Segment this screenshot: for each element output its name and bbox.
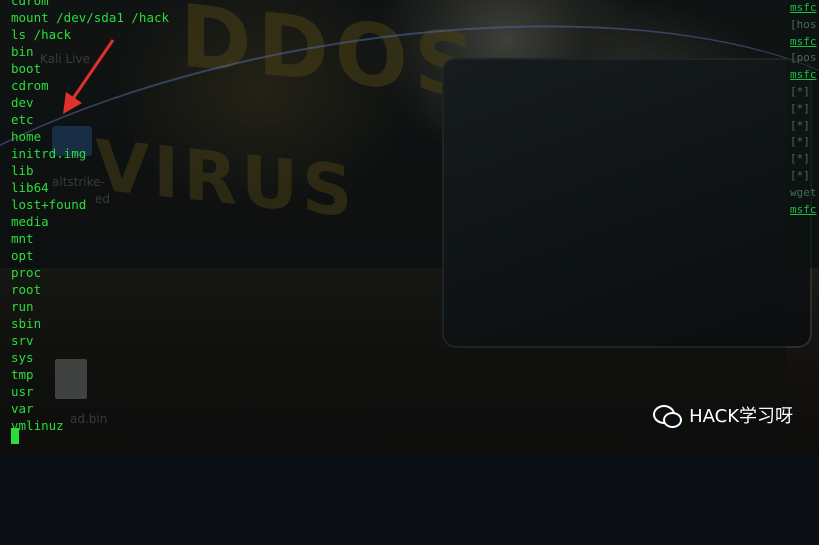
terminal-line: ls /hack [11, 27, 72, 42]
terminal-line: mount /dev/sda1 /hack [11, 10, 170, 25]
terminal-cursor [11, 428, 19, 444]
terminal-line: etc [11, 112, 34, 127]
bg-terminal-line: [*] [790, 152, 810, 166]
terminal-line: vmlinuz [11, 418, 64, 433]
terminal-line: sys [11, 350, 34, 365]
terminal-line: run [11, 299, 34, 314]
terminal-line: usr [11, 384, 34, 399]
terminal-line: home [11, 129, 42, 144]
terminal-line: sbin [11, 316, 42, 331]
terminal-line: proc [11, 265, 42, 280]
background-terminal-window[interactable]: msfc [hos msfc [pos msfc [*] [*] [*] [*]… [786, 0, 819, 268]
terminal-line: opt [11, 248, 34, 263]
bg-terminal-line: msfc [790, 34, 817, 48]
terminal-window[interactable]: cdrom mount /dev/sda1 /hack ls /hack bin boo… [0, 0, 786, 444]
terminal-line: srv [11, 333, 34, 348]
bg-terminal-line: [*] [790, 84, 810, 98]
bg-terminal-line: wget [790, 185, 817, 199]
bg-terminal-line: msfc [790, 1, 817, 14]
terminal-line: root [11, 282, 42, 297]
bg-terminal-line: msfc [790, 202, 817, 216]
terminal-line: lib64 [11, 180, 49, 195]
terminal-line: cdrom [11, 78, 49, 93]
wechat-icon [653, 403, 683, 428]
wechat-watermark: HACK学习呀 [653, 402, 793, 428]
terminal-line: var [11, 401, 34, 416]
bg-terminal-line: [hos [790, 17, 817, 31]
bg-terminal-line: [*] [790, 118, 810, 132]
watermark-text: HACK学习呀 [689, 406, 793, 427]
terminal-line: initrd.img [11, 146, 87, 161]
bg-terminal-line: [*] [790, 168, 810, 182]
bg-terminal-line: [*] [790, 101, 810, 115]
bg-terminal-line: [*] [790, 135, 810, 149]
bg-terminal-line: [pos [790, 51, 817, 65]
terminal-line: lost+found [11, 197, 87, 212]
terminal-line: dev [11, 95, 34, 110]
terminal-line: mnt [11, 231, 34, 246]
terminal-line: boot [11, 61, 42, 76]
terminal-line: bin [11, 44, 34, 59]
terminal-line: cdrom [11, 0, 49, 8]
bg-terminal-line: msfc [790, 68, 817, 82]
terminal-line: media [11, 214, 49, 229]
terminal-line: lib [11, 163, 34, 178]
terminal-output: cdrom mount /dev/sda1 /hack ls /hack bin boo… [11, 0, 169, 434]
terminal-line: tmp [11, 367, 34, 382]
